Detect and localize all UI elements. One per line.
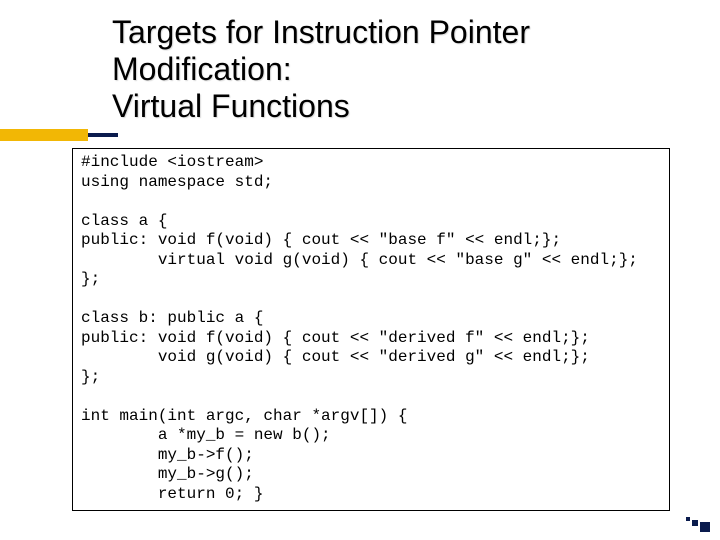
title-line-3: Virtual Functions	[112, 88, 350, 124]
code-line: a *my_b = new b();	[81, 426, 331, 444]
accent-yellow	[0, 129, 88, 141]
code-line: };	[81, 270, 100, 288]
code-line: int main(int argc, char *argv[]) {	[81, 407, 407, 425]
code-line: public: void f(void) { cout << "derived …	[81, 329, 590, 347]
code-line: class b: public a {	[81, 309, 263, 327]
code-line: class a {	[81, 212, 167, 230]
code-line: void g(void) { cout << "derived g" << en…	[81, 348, 590, 366]
title-line-2: Modification:	[112, 51, 292, 87]
code-box: #include <iostream> using namespace std;…	[72, 148, 670, 511]
code-line: virtual void g(void) { cout << "base g" …	[81, 251, 638, 269]
deco-square-big	[700, 522, 710, 532]
deco-square-mid	[692, 520, 698, 526]
code-line: my_b->g();	[81, 465, 254, 483]
code-line: };	[81, 368, 100, 386]
code-line: my_b->f();	[81, 446, 254, 464]
code-line: public: void f(void) { cout << "base f" …	[81, 231, 561, 249]
corner-decoration-icon	[684, 514, 710, 532]
code-line: #include <iostream>	[81, 153, 263, 171]
title-heading: Targets for Instruction Pointer Modifica…	[112, 14, 680, 124]
code-content: #include <iostream> using namespace std;…	[81, 153, 661, 504]
accent-navy	[88, 133, 118, 137]
slide: Targets for Instruction Pointer Modifica…	[0, 0, 720, 540]
code-line: return 0; }	[81, 485, 263, 503]
slide-title: Targets for Instruction Pointer Modifica…	[112, 14, 680, 124]
deco-square-small	[686, 517, 690, 521]
code-line: using namespace std;	[81, 173, 273, 191]
accent-bar	[0, 129, 720, 141]
title-line-1: Targets for Instruction Pointer	[112, 14, 530, 50]
